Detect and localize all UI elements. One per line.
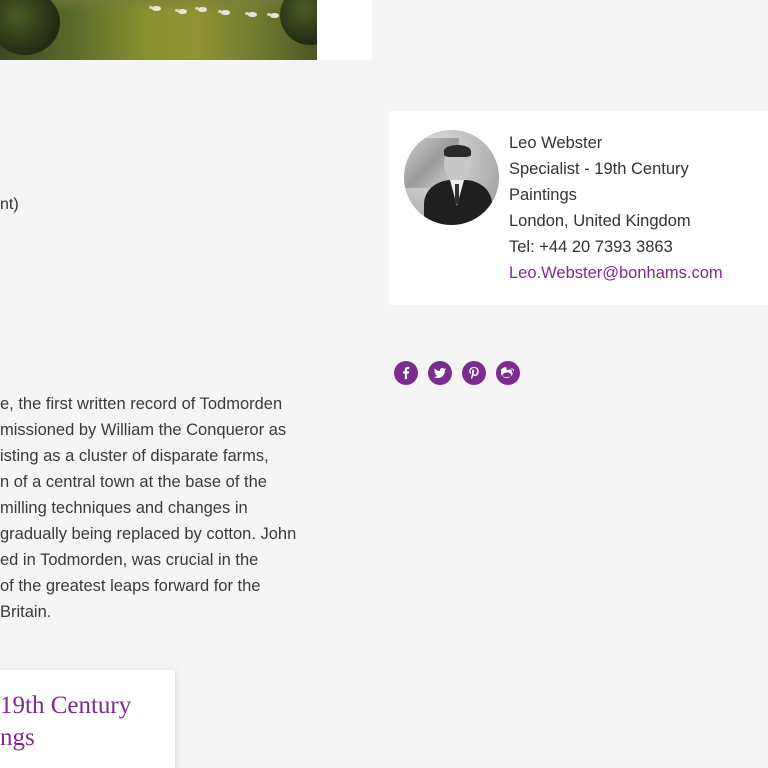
description-line: isting as a cluster of disparate farms, bbox=[0, 447, 269, 465]
social-share-bar bbox=[394, 361, 520, 385]
lot-meta-fragment: nt) bbox=[0, 196, 19, 213]
twitter-icon[interactable] bbox=[428, 361, 452, 385]
specialist-title: Specialist - 19th Century bbox=[509, 160, 689, 178]
description-line: gradually being replaced by cotton. John bbox=[0, 525, 297, 543]
specialist-location: London, United Kingdom bbox=[509, 212, 691, 230]
specialist-title-continued: Paintings bbox=[509, 186, 577, 204]
description-line: of the greatest leaps forward for the bbox=[0, 577, 261, 595]
description-line: e, the first written record of Todmorden bbox=[0, 395, 283, 413]
specialist-avatar bbox=[404, 130, 499, 225]
lot-painting-image[interactable] bbox=[0, 0, 317, 60]
specialist-card: Leo Webster Specialist - 19th Century Pa… bbox=[389, 111, 768, 305]
department-title-line: ngs bbox=[0, 724, 35, 751]
description-line: ed in Todmorden, was crucial in the bbox=[0, 551, 259, 569]
description-line: Britain. bbox=[0, 603, 52, 621]
weibo-icon[interactable] bbox=[496, 361, 520, 385]
specialist-info: Leo Webster Specialist - 19th Century Pa… bbox=[509, 130, 759, 286]
facebook-icon[interactable] bbox=[394, 361, 418, 385]
department-title-line: 19th Century bbox=[0, 692, 132, 719]
lot-description: e, the first written record of Todmorden… bbox=[0, 391, 320, 625]
department-card[interactable]: 19th Century ngs bbox=[0, 670, 175, 768]
specialist-phone[interactable]: Tel: +44 20 7393 3863 bbox=[509, 234, 759, 260]
pinterest-icon[interactable] bbox=[462, 361, 486, 385]
department-title[interactable]: 19th Century ngs bbox=[0, 690, 175, 754]
description-line: missioned by William the Conqueror as bbox=[0, 421, 287, 439]
description-line: milling techniques and changes in bbox=[0, 499, 248, 517]
lot-image-frame bbox=[0, 0, 372, 60]
specialist-name: Leo Webster bbox=[509, 134, 603, 152]
lot-detail-page: nt) e, the first written record of Todmo… bbox=[0, 0, 768, 768]
description-line: n of a central town at the base of the bbox=[0, 473, 267, 491]
specialist-email-link[interactable]: Leo.Webster@bonhams.com bbox=[509, 264, 723, 282]
